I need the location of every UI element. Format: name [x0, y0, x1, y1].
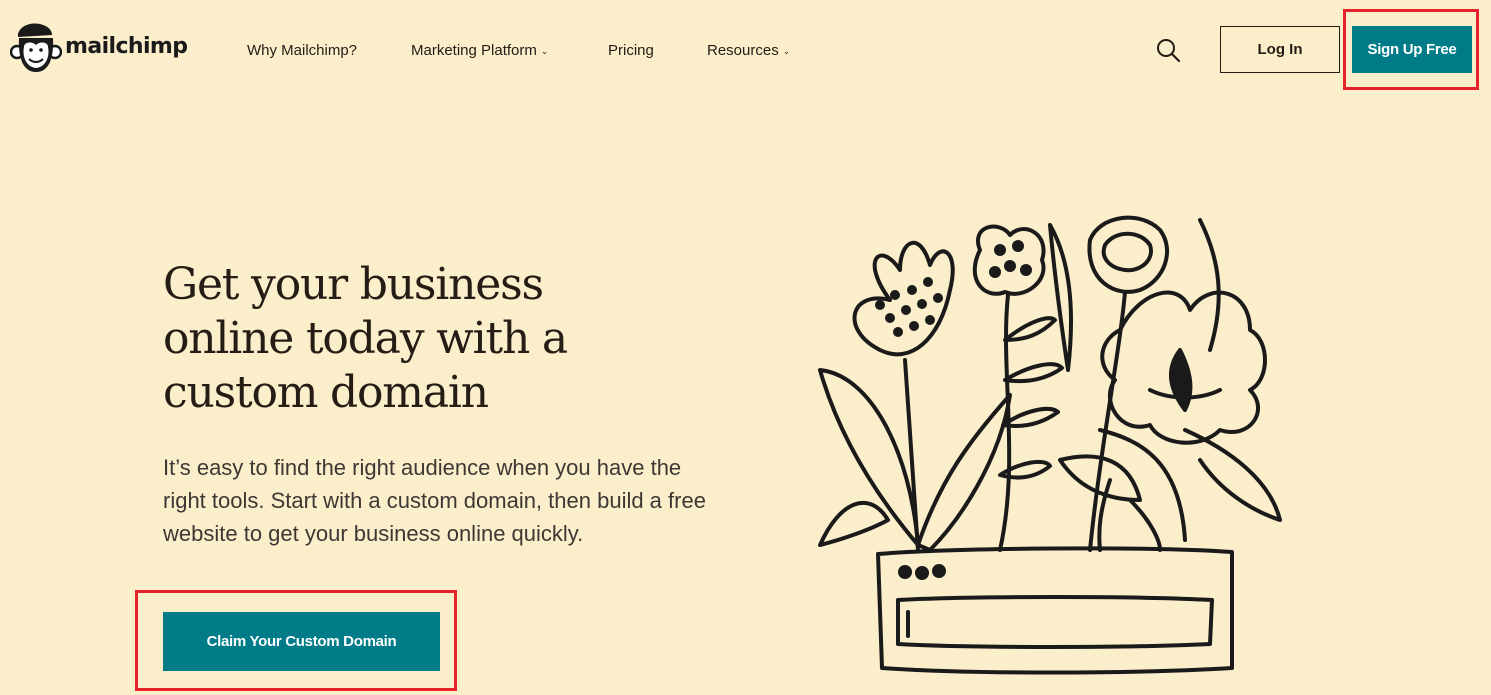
freddie-monkey-icon — [10, 23, 62, 72]
chevron-down-icon: ⌄ — [782, 46, 791, 56]
hero-title: Get your business online today with a cu… — [163, 259, 568, 418]
nav-item-label: Why Mailchimp? — [247, 42, 358, 59]
nav-item-label: Resources — [707, 42, 779, 59]
nav-item-why-mailchimp[interactable]: Why Mailchimp? — [247, 40, 357, 62]
site-header: mailchimp Why Mailchimp? Marketing Platf… — [0, 0, 1491, 100]
chevron-down-icon: ⌄ — [540, 46, 549, 56]
search-icon — [1157, 39, 1181, 63]
search-button[interactable] — [1154, 36, 1182, 64]
nav-item-pricing[interactable]: Pricing — [608, 40, 654, 62]
nav-item-marketing-platform[interactable]: Marketing Platform ⌄ — [411, 40, 548, 63]
claim-custom-domain-button[interactable]: Claim Your Custom Domain — [163, 612, 440, 671]
nav-item-label: Marketing Platform — [411, 42, 537, 59]
brand-name: mailchimp — [65, 33, 188, 59]
sign-up-free-button[interactable]: Sign Up Free — [1352, 26, 1472, 73]
nav-item-resources[interactable]: Resources ⌄ — [707, 40, 790, 63]
hero-description: It’s easy to find the right audience whe… — [163, 455, 706, 546]
mailchimp-logo[interactable]: mailchimp — [10, 20, 188, 76]
flowers-illustration — [818, 215, 1282, 675]
nav-item-label: Pricing — [608, 42, 654, 59]
log-in-button[interactable]: Log In — [1220, 26, 1340, 73]
